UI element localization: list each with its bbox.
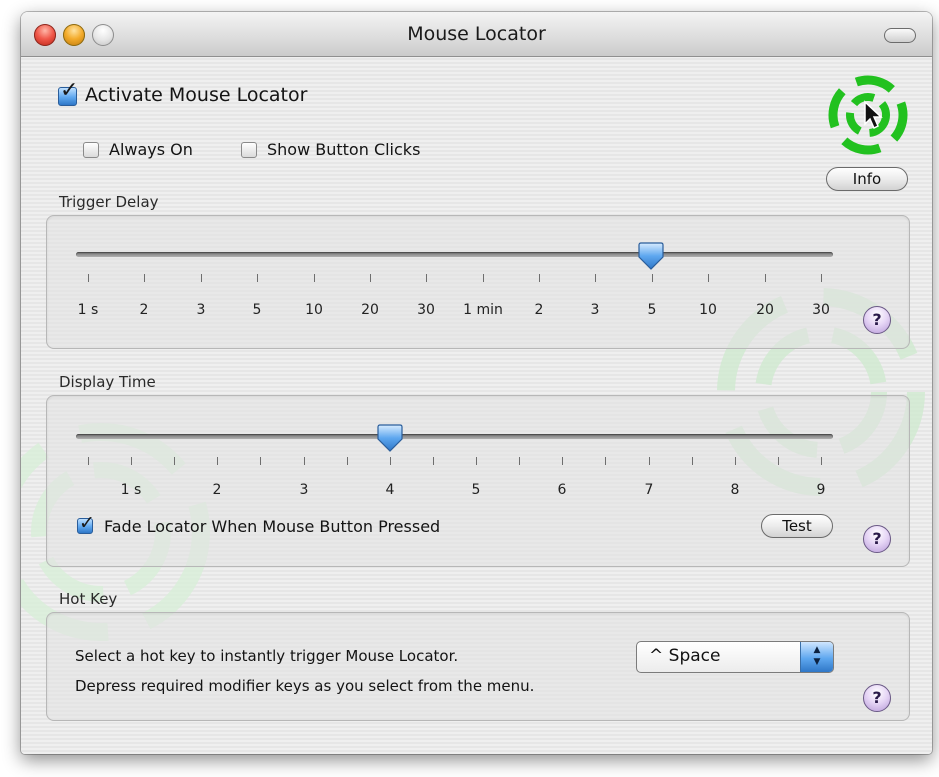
trigger-delay-tick-label: 2 <box>139 302 149 318</box>
display-time-tick <box>605 457 606 465</box>
checkmark-icon: ✓ <box>60 78 79 103</box>
display-time-help-icon[interactable]: ? <box>863 525 891 553</box>
trigger-delay-help-icon[interactable]: ? <box>863 306 891 334</box>
display-time-tick <box>88 457 89 465</box>
trigger-delay-tick-label: 1 s <box>77 302 99 318</box>
activate-checkbox[interactable]: ✓ <box>58 80 78 106</box>
trigger-delay-group <box>46 215 910 349</box>
display-time-tick-label: 1 s <box>120 482 142 498</box>
mouse-locator-target-icon <box>828 75 908 155</box>
hot-key-title: Hot Key <box>59 590 118 608</box>
trigger-delay-tick <box>201 274 202 282</box>
trigger-delay-tick <box>765 274 766 282</box>
toolbar-toggle-icon[interactable] <box>884 28 916 43</box>
display-time-slider-track[interactable] <box>76 434 833 439</box>
always-on-label: Always On <box>109 140 193 159</box>
activate-label: Activate Mouse Locator <box>85 84 308 106</box>
trigger-delay-tick <box>595 274 596 282</box>
hot-key-line2: Depress required modifier keys as you se… <box>75 677 535 695</box>
trigger-delay-tick-label: 3 <box>196 302 206 318</box>
trigger-delay-tick <box>314 274 315 282</box>
trigger-delay-tick <box>257 274 258 282</box>
display-time-tick <box>433 457 434 465</box>
display-time-tick <box>390 457 391 465</box>
display-time-tick-label: 5 <box>471 482 481 498</box>
display-time-title: Display Time <box>59 373 156 391</box>
hot-key-popup[interactable]: ^ Space ▲ ▼ <box>636 641 834 673</box>
display-time-tick-label: 4 <box>385 482 395 498</box>
display-time-slider-thumb[interactable] <box>377 423 403 453</box>
title-bar[interactable]: Mouse Locator <box>21 12 932 57</box>
trigger-delay-tick-label: 30 <box>417 302 435 318</box>
trigger-delay-tick-label: 20 <box>361 302 379 318</box>
display-time-group <box>46 395 910 567</box>
show-clicks-checkbox[interactable] <box>241 142 257 158</box>
display-time-tick <box>476 457 477 465</box>
preferences-window: Mouse Locator ✓ Activate Mouse Locator A… <box>21 12 932 754</box>
trigger-delay-tick-label: 10 <box>699 302 717 318</box>
display-time-tick <box>562 457 563 465</box>
display-time-tick-label: 2 <box>212 482 222 498</box>
display-time-tick-label: 6 <box>557 482 567 498</box>
display-time-tick <box>778 457 779 465</box>
trigger-delay-tick-label: 10 <box>305 302 323 318</box>
display-time-tick <box>131 457 132 465</box>
trigger-delay-tick <box>708 274 709 282</box>
display-time-tick <box>304 457 305 465</box>
test-button[interactable]: Test <box>761 514 833 538</box>
display-time-tick-label: 9 <box>816 482 826 498</box>
trigger-delay-tick-label: 3 <box>590 302 600 318</box>
window-title: Mouse Locator <box>407 23 546 45</box>
fade-locator-label: Fade Locator When Mouse Button Pressed <box>104 517 441 536</box>
checkmark-icon: ✓ <box>79 512 95 534</box>
trigger-delay-tick <box>539 274 540 282</box>
fade-locator-checkbox[interactable]: ✓ <box>77 513 95 534</box>
display-time-tick-label: 7 <box>644 482 654 498</box>
display-time-tick <box>347 457 348 465</box>
display-time-tick <box>821 457 822 465</box>
hot-key-selected: ^ Space <box>649 646 721 666</box>
always-on-checkbox[interactable] <box>83 142 99 158</box>
trigger-delay-tick-label: 20 <box>756 302 774 318</box>
trigger-delay-tick <box>821 274 822 282</box>
trigger-delay-tick <box>370 274 371 282</box>
trigger-delay-tick <box>652 274 653 282</box>
trigger-delay-tick <box>483 274 484 282</box>
hot-key-help-icon[interactable]: ? <box>863 684 891 712</box>
hot-key-line1: Select a hot key to instantly trigger Mo… <box>75 647 459 665</box>
trigger-delay-slider-thumb[interactable] <box>638 241 664 271</box>
display-time-tick <box>649 457 650 465</box>
trigger-delay-tick-label: 1 min <box>463 302 503 318</box>
display-time-tick <box>260 457 261 465</box>
display-time-tick <box>735 457 736 465</box>
info-button[interactable]: Info <box>826 167 908 191</box>
trigger-delay-tick <box>426 274 427 282</box>
updown-arrows-icon: ▲ ▼ <box>800 642 833 672</box>
trigger-delay-tick-label: 2 <box>534 302 544 318</box>
display-time-tick <box>217 457 218 465</box>
trigger-delay-tick-label: 5 <box>252 302 262 318</box>
trigger-delay-title: Trigger Delay <box>59 193 159 211</box>
show-clicks-label: Show Button Clicks <box>267 140 421 159</box>
display-time-tick <box>174 457 175 465</box>
trigger-delay-tick <box>144 274 145 282</box>
display-time-tick-label: 3 <box>299 482 309 498</box>
display-time-tick <box>519 457 520 465</box>
display-time-tick <box>692 457 693 465</box>
trigger-delay-tick-label: 30 <box>812 302 830 318</box>
trigger-delay-slider-track[interactable] <box>76 252 833 257</box>
trigger-delay-tick-label: 5 <box>647 302 657 318</box>
display-time-tick-label: 8 <box>730 482 740 498</box>
trigger-delay-tick <box>88 274 89 282</box>
